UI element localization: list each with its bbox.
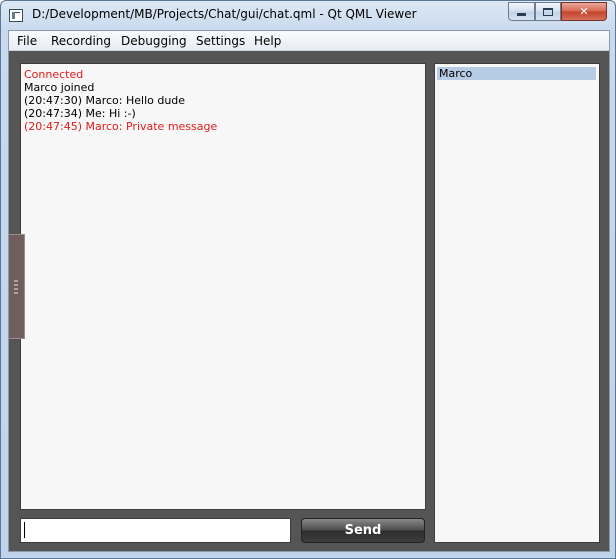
maximize-icon — [543, 7, 553, 16]
menu-settings[interactable]: Settings — [196, 34, 245, 48]
window-title: D:/Development/MB/Projects/Chat/gui/chat… — [32, 7, 417, 21]
text-caret — [24, 522, 25, 538]
user-list[interactable]: Marco — [434, 63, 600, 543]
minimize-button[interactable] — [508, 2, 535, 21]
user-list-item[interactable]: Marco — [437, 67, 596, 80]
app-icon[interactable] — [9, 9, 23, 22]
menu-bar: File Recording Debugging Settings Help — [9, 31, 609, 51]
menu-recording[interactable]: Recording — [51, 34, 111, 48]
close-button[interactable]: ✕ — [561, 2, 607, 21]
title-bar[interactable]: D:/Development/MB/Projects/Chat/gui/chat… — [1, 1, 615, 31]
menu-file[interactable]: File — [17, 34, 37, 48]
chat-message: (20:47:30) Marco: Hello dude — [24, 94, 186, 107]
minimize-icon — [517, 13, 526, 16]
app-window: D:/Development/MB/Projects/Chat/gui/chat… — [0, 0, 616, 559]
side-drawer-handle[interactable] — [9, 234, 25, 339]
menu-help[interactable]: Help — [254, 34, 281, 48]
chat-log[interactable]: Connected Marco joined (20:47:30) Marco:… — [20, 63, 426, 510]
chat-message: (20:47:45) Marco: Private message — [24, 120, 218, 133]
send-button[interactable]: Send — [301, 518, 425, 543]
menu-debugging[interactable]: Debugging — [121, 34, 187, 48]
chat-message: Connected — [24, 68, 84, 81]
chat-message: Marco joined — [24, 81, 95, 94]
close-icon: ✕ — [579, 5, 589, 18]
chat-message: (20:47:34) Me: Hi :-) — [24, 107, 136, 120]
grip-icon — [14, 280, 18, 294]
client-area: File Recording Debugging Settings Help C… — [8, 30, 610, 552]
maximize-button[interactable] — [535, 2, 561, 21]
message-input[interactable] — [20, 518, 291, 543]
